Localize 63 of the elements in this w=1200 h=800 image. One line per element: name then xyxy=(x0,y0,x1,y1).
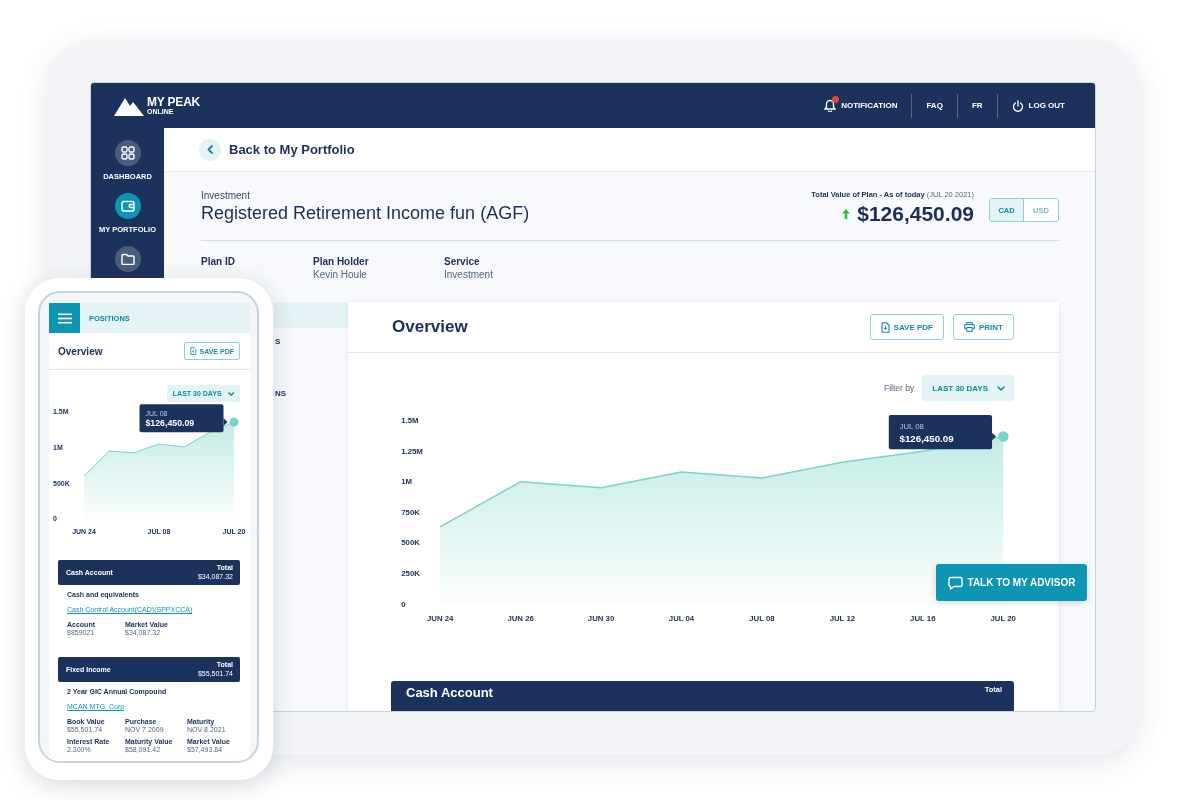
nav-link[interactable]: FAQ xyxy=(911,93,957,118)
back-link[interactable]: Back to My Portfolio xyxy=(229,142,355,157)
chevron-left-icon xyxy=(207,145,213,154)
axis-tick-label: JUN 26 xyxy=(507,614,534,624)
data-point xyxy=(997,431,1009,442)
power-icon xyxy=(1011,99,1024,112)
detail-value: Investment xyxy=(444,269,493,280)
section-tab[interactable]: NS xyxy=(274,380,348,406)
axis-tick-label: 250K xyxy=(401,569,420,578)
talk-to-advisor-button[interactable]: TALK TO MY ADVISOR xyxy=(936,564,1087,601)
notification-link[interactable]: NOTIFICATION xyxy=(810,93,912,118)
nav-link[interactable]: FR xyxy=(956,93,997,118)
tooltip-value: $126,450.09 xyxy=(899,432,954,444)
menu-icon xyxy=(57,312,72,324)
axis-tick-label: 500K xyxy=(401,538,420,548)
bell-icon xyxy=(824,99,837,112)
axis-tick-label: 1.25M xyxy=(401,446,423,456)
menu-button[interactable] xyxy=(49,303,80,333)
axis-tick-label: JUL 12 xyxy=(829,614,856,624)
detail-label: Service xyxy=(444,256,481,267)
sidebar-item[interactable] xyxy=(114,140,141,166)
plan-category: Investment xyxy=(201,190,251,201)
plan-title: Registered Retirement Income fun (AGF) xyxy=(201,203,530,224)
section-tab[interactable]: S xyxy=(274,328,348,354)
axis-tick-label: 0 xyxy=(401,599,406,609)
detail-value: Kevin Houle xyxy=(313,269,368,280)
sidebar-item[interactable] xyxy=(114,246,141,272)
chevron-down-icon xyxy=(997,385,1005,391)
file-icon xyxy=(880,321,890,333)
file-icon xyxy=(190,347,197,355)
account-title: Cash Account xyxy=(406,685,493,700)
data-point xyxy=(229,417,239,427)
printer-icon xyxy=(964,322,975,332)
detail-label: Plan ID xyxy=(201,256,236,267)
up-arrow-icon xyxy=(841,208,852,220)
filter-label: Filter by xyxy=(884,383,915,393)
back-button[interactable] xyxy=(199,138,221,161)
axis-tick-label: JUL 04 xyxy=(668,614,695,624)
detail-label: Plan Holder xyxy=(313,256,370,267)
axis-tick-label: JUN 30 xyxy=(587,614,615,624)
wallet-icon xyxy=(120,200,135,212)
total-value: $126,450.09 xyxy=(857,202,974,226)
tooltip-date: JUL 08 xyxy=(899,421,924,431)
axis-tick-label: 1.5M xyxy=(401,416,419,426)
save-pdf-button[interactable]: SAVE PDF xyxy=(869,314,944,340)
speech-bubble-icon xyxy=(947,575,963,590)
grid-icon xyxy=(120,146,135,160)
axis-tick-label: JUN 24 xyxy=(427,614,454,624)
print-button[interactable]: PRINT xyxy=(953,314,1014,340)
axis-tick-label: 1M xyxy=(401,477,413,487)
period-dropdown[interactable]: LAST 30 DAYS xyxy=(922,375,1014,401)
section-title: Overview xyxy=(392,317,468,337)
axis-tick-label: JUL 20 xyxy=(990,614,1016,624)
sidebar-item[interactable] xyxy=(114,193,141,219)
section-title: Overview xyxy=(58,345,103,357)
brand-name: MY PEAK xyxy=(147,95,201,108)
axis-tick-label: JUL 16 xyxy=(910,614,936,624)
axis-tick-label: JUL 08 xyxy=(749,614,775,624)
tooltip-value: $126,450.09 xyxy=(145,418,195,429)
chevron-down-icon xyxy=(227,391,234,396)
folder-icon xyxy=(120,253,135,265)
logout-link[interactable]: LOG OUT xyxy=(996,93,1079,118)
axis-tick-label: 750K xyxy=(401,507,420,517)
